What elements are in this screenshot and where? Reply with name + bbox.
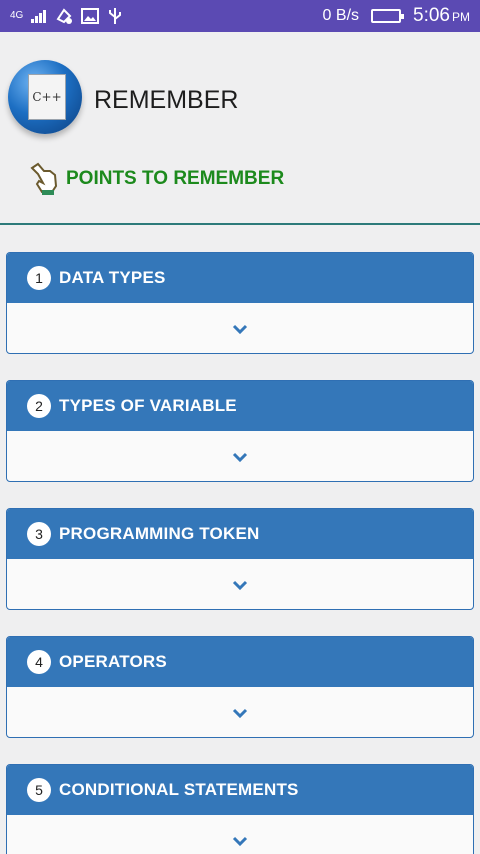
section-header[interactable]: 4 OPERATORS [7,637,473,687]
gallery-icon [81,8,100,24]
section-number: 5 [27,778,51,802]
section-title: TYPES OF VARIABLE [59,396,237,415]
chevron-down-icon[interactable] [232,579,248,591]
logo-document: C++ [28,74,66,120]
clock-time: 5:06 [413,5,450,26]
section-expand[interactable] [7,687,473,737]
section-expand[interactable] [7,431,473,481]
section-card-programming-token[interactable]: 3 PROGRAMMING TOKEN [6,508,474,610]
section-title: PROGRAMMING TOKEN [59,524,260,543]
header-divider [0,223,480,225]
section-header[interactable]: 2 TYPES OF VARIABLE [7,381,473,431]
section-title: CONDITIONAL STATEMENTS [59,780,299,799]
section-title: OPERATORS [59,652,167,671]
status-bar: 4G 0 B/s 5:06 PM [0,0,480,32]
section-number: 4 [27,650,51,674]
section-expand[interactable] [7,815,473,854]
sync-icon [56,8,73,24]
section-header[interactable]: 1 DATA TYPES [7,253,473,303]
points-label: POINTS TO REMEMBER [66,168,285,189]
battery-icon [371,9,405,23]
status-right: 0 B/s 5:06 PM [323,5,480,27]
section-number: 2 [27,394,51,418]
section-expand[interactable] [7,559,473,609]
clock-ampm: PM [452,10,470,24]
chevron-down-icon[interactable] [232,323,248,335]
section-number: 3 [27,522,51,546]
signal-icon [31,10,47,23]
usb-icon [109,8,122,24]
chevron-down-icon[interactable] [232,835,248,847]
section-number: 1 [27,266,51,290]
points-header: POINTS TO REMEMBER [28,162,284,196]
section-header[interactable]: 3 PROGRAMMING TOKEN [7,509,473,559]
page-title: REMEMBER [94,86,239,114]
section-card-operators[interactable]: 4 OPERATORS [6,636,474,738]
status-left: 4G [0,7,123,25]
clock: 5:06 PM [413,5,470,27]
pointing-hand-icon [30,162,58,195]
app-header: C++ REMEMBER POINTS TO REMEMBER [0,32,480,226]
network-type: 4G [10,10,24,21]
section-expand[interactable] [7,303,473,353]
chevron-down-icon[interactable] [232,707,248,719]
section-card-data-types[interactable]: 1 DATA TYPES [6,252,474,354]
section-header[interactable]: 5 CONDITIONAL STATEMENTS [7,765,473,815]
section-card-types-of-variable[interactable]: 2 TYPES OF VARIABLE [6,380,474,482]
chevron-down-icon[interactable] [232,451,248,463]
cpp-logo: C++ [8,60,82,134]
section-card-conditional-statements[interactable]: 5 CONDITIONAL STATEMENTS [6,764,474,854]
network-speed: 0 B/s [322,7,360,24]
section-title: DATA TYPES [59,268,166,287]
